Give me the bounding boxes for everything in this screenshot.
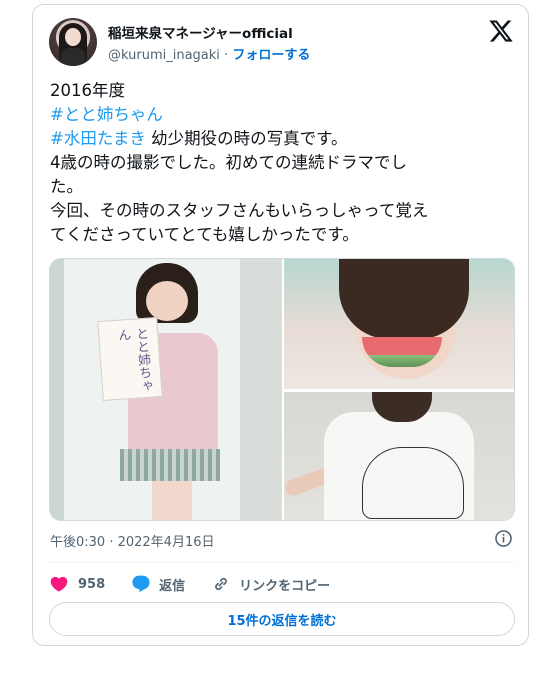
tweet-text: 2016年度 #とと姉ちゃん #水田たまき 幼少期役の時の写真です。 4歳の時の… — [50, 79, 520, 247]
media-grid: とと姉ちゃん — [49, 258, 515, 521]
link-icon — [215, 577, 228, 591]
reply-label: 返信 — [159, 578, 186, 594]
script-book: とと姉ちゃん — [97, 317, 163, 401]
tweet-card: 稲垣来泉マネージャーofficial @kurumi_inagaki · フォロ… — [32, 4, 529, 646]
photo-child-holding-script[interactable]: とと姉ちゃん — [50, 259, 282, 520]
tweet-timestamp[interactable]: 午後0:30 · 2022年4月16日 — [50, 531, 215, 550]
avatar-body — [61, 48, 85, 66]
handle-separator: · — [219, 48, 233, 63]
photo-child-eating-watermelon[interactable] — [284, 259, 514, 389]
copy-link-button[interactable]: リンクをコピー — [211, 574, 330, 594]
avatar[interactable] — [49, 18, 97, 66]
hashtag-link-totoneechan[interactable]: #とと姉ちゃん — [50, 103, 520, 127]
read-replies-button[interactable]: 15件の返信を読む — [49, 602, 515, 636]
photo-child-shirt-drawing[interactable] — [284, 392, 514, 520]
like-button[interactable]: 958 — [49, 574, 105, 594]
script-book-title: とと姉ちゃん — [114, 326, 153, 393]
photo-1-legs — [152, 481, 192, 520]
copy-link-label: リンクをコピー — [239, 578, 331, 594]
x-logo-icon[interactable] — [488, 18, 514, 44]
photo-1-skirt — [120, 449, 220, 481]
tweet-line-1: 2016年度 — [50, 81, 125, 100]
author-name[interactable]: 稲垣来泉マネージャーofficial — [108, 22, 293, 42]
photo-1-face — [146, 281, 188, 321]
follow-button[interactable]: フォローする — [232, 48, 310, 63]
shirt-drawing — [362, 447, 464, 519]
info-icon[interactable] — [494, 529, 513, 548]
avatar-face — [65, 28, 81, 46]
divider — [49, 562, 515, 563]
like-count: 958 — [78, 576, 106, 592]
action-bar: 958 返信 リンクをコピー — [49, 571, 330, 597]
tweet-line-6: 今回、その時のスタッフさんもいらっしゃって覚え — [50, 201, 429, 220]
author-handle[interactable]: @kurumi_inagaki — [108, 48, 220, 63]
photo-2-hair — [339, 259, 469, 339]
hashtag-link-mizuta-tamaki[interactable]: #水田たまき — [50, 129, 146, 148]
reply-bubble-icon — [132, 575, 150, 593]
author-handle-line: @kurumi_inagaki · フォローする — [108, 44, 310, 63]
tweet-line-3: #水田たまき 幼少期役の時の写真です。 — [50, 127, 520, 151]
tweet-line-7: てくださっていてとても嬉しかったです。 — [50, 225, 359, 244]
tweet-line-4: 4歳の時の撮影でした。初めての連続ドラマでし — [50, 153, 407, 172]
tweet-line-3-text: 幼少期役の時の写真です。 — [145, 129, 348, 148]
tweet-line-5: た。 — [50, 177, 83, 196]
heart-icon — [50, 576, 68, 592]
reply-button[interactable]: 返信 — [131, 574, 185, 594]
